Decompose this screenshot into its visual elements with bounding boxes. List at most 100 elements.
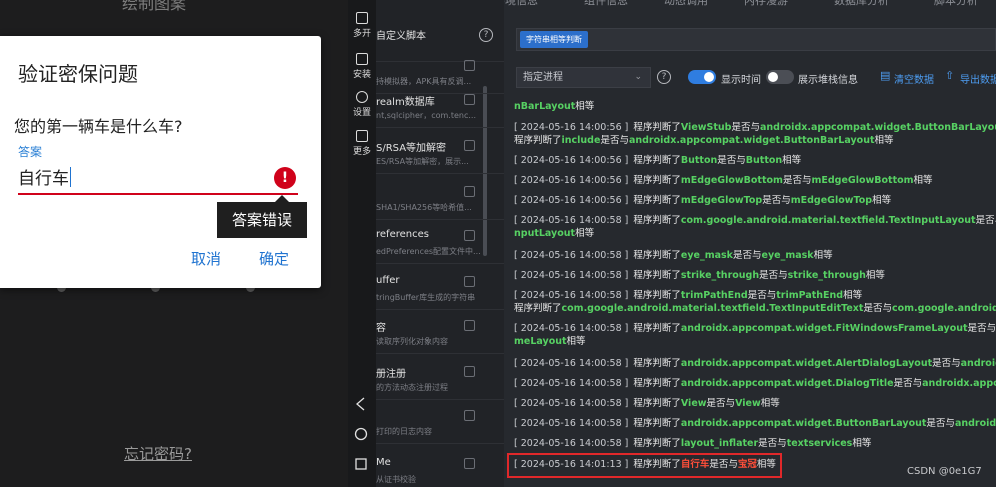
script-item-name: references xyxy=(376,229,429,240)
log-line: [ 2024-05-16 14:00:56 ] 程序判断了mEdgeGlowTop… xyxy=(514,194,891,207)
error-icon: ! xyxy=(274,167,296,189)
settings-label: 设置 xyxy=(352,108,371,118)
tab-database[interactable]: 数据库分析 xyxy=(834,0,889,8)
script-item[interactable]: SHA1/SHA256等哈希值... xyxy=(376,176,504,220)
multi-open-button[interactable]: 多开 xyxy=(348,12,376,39)
home-icon[interactable] xyxy=(354,427,368,441)
log-value-a: meLayout xyxy=(514,336,567,347)
log-value-a: androidx.appcompat.widget.ButtonBarLayou… xyxy=(680,418,927,429)
script-item[interactable]: references edPreferences配置文件中... xyxy=(376,220,504,264)
script-item-name: realm数据库 xyxy=(376,97,435,108)
error-tooltip: 答案错误 xyxy=(217,195,307,238)
show-stack-toggle[interactable] xyxy=(766,70,794,84)
log-value-a: include xyxy=(561,135,601,146)
log-value-b: mEdgeGlowTop xyxy=(790,195,873,206)
log-middle: 是否与 xyxy=(717,155,746,166)
log-value-a: View xyxy=(680,398,707,409)
log-value-a: strike_through xyxy=(680,270,760,281)
process-select[interactable]: 指定进程 ⌄ xyxy=(516,67,651,88)
export-data-button[interactable]: 导出数据 xyxy=(960,71,996,86)
log-value-b: Button xyxy=(745,155,783,166)
log-line: [ 2024-05-16 14:00:56 ] 程序判断了mEdgeGlowBot… xyxy=(514,174,933,187)
script-checkbox[interactable] xyxy=(464,458,475,469)
tab-components[interactable]: 组件信息 xyxy=(584,0,628,8)
answer-input[interactable]: 自行车 xyxy=(18,164,296,194)
toggle-knob xyxy=(704,72,714,82)
tab-env[interactable]: 环境信息 xyxy=(504,0,538,8)
install-button[interactable]: 安装 xyxy=(348,53,376,80)
tab-dynamic[interactable]: 动态调用 xyxy=(664,0,708,8)
log-line: [ 2024-05-16 14:00:58 ] 程序判断了androidx.app… xyxy=(514,377,996,390)
log-middle: 是否与 xyxy=(863,303,892,314)
clear-data-button[interactable]: 清空数据 xyxy=(894,71,934,86)
recent-apps-icon[interactable] xyxy=(354,457,368,471)
log-prefix: 程序判断了 xyxy=(633,155,681,166)
script-checkbox[interactable] xyxy=(464,94,475,105)
log-value-a: com.google.android.material.textfield.Te… xyxy=(680,215,976,226)
log-value-a: androidx.appcompat.widget.DialogTitle xyxy=(680,378,894,389)
script-item[interactable]: 册注册 的方法动态注册过程 xyxy=(376,356,504,400)
log-line: [ 2024-05-16 14:00:58 ] 程序判断了com.google.a… xyxy=(514,214,996,227)
log-value-a: layout_inflater xyxy=(680,438,759,449)
pattern-title: 绘制图案 xyxy=(122,0,187,13)
script-checkbox[interactable] xyxy=(464,186,475,197)
tab-memory[interactable]: 内存漫游 xyxy=(744,0,788,8)
log-value-a: com.google.android.material.textfield.Te… xyxy=(561,303,864,314)
script-checkbox[interactable] xyxy=(464,276,475,287)
log-prefix: 程序判断了 xyxy=(633,270,681,281)
export-icon: ⇧ xyxy=(945,69,955,82)
more-button[interactable]: 更多 xyxy=(348,130,376,157)
log-line: [ 2024-05-16 14:00:58 ] 程序判断了androidx.app… xyxy=(514,357,996,370)
log-value-a: eye_mask xyxy=(680,250,733,261)
script-list-panel: ? 自定义脚本 持模拟器，APK具有反调... realm数据库 nt,sqlciph… xyxy=(376,0,504,487)
log-prefix: 程序判断了 xyxy=(633,378,681,389)
script-item[interactable]: S/RSA等加解密 ES/RSA等加解密，展示... xyxy=(376,130,504,174)
show-time-toggle[interactable] xyxy=(688,70,716,84)
log-value-a: nputLayout xyxy=(514,228,576,239)
script-item[interactable]: 打印的日志内容 xyxy=(376,400,504,444)
ok-button[interactable]: 确定 xyxy=(259,248,289,269)
filter-tag[interactable]: 字符串相等判断 xyxy=(520,31,588,48)
log-prefix: 程序判断了 xyxy=(633,215,681,226)
settings-button[interactable]: 设置 xyxy=(348,91,376,118)
tab-script[interactable]: 脚本分析 xyxy=(934,0,978,8)
gear-icon xyxy=(356,91,368,103)
install-label: 安装 xyxy=(352,70,371,80)
script-checkbox[interactable] xyxy=(464,140,475,151)
cancel-button[interactable]: 取消 xyxy=(191,248,221,269)
answer-underline xyxy=(18,193,298,195)
help-icon[interactable]: ? xyxy=(657,70,671,84)
forgot-password-link[interactable]: 忘记密码? xyxy=(124,443,192,464)
toggle-knob xyxy=(768,72,778,82)
script-item[interactable]: 容读取序列化对象内容 xyxy=(376,310,504,354)
log-middle: 是否与 xyxy=(967,323,996,334)
log-value-a: androidx.appcompat.widget.AlertDialogLay… xyxy=(680,358,933,369)
log-timestamp: [ 2024-05-16 14:00:56 ] xyxy=(514,195,629,206)
log-suffix: 相等 xyxy=(874,135,894,146)
script-item-name: 自定义脚本 xyxy=(376,31,426,42)
chevron-down-icon: ⌄ xyxy=(634,72,642,82)
back-icon[interactable] xyxy=(354,397,368,411)
script-checkbox[interactable] xyxy=(464,320,475,331)
log-suffix: 相等 xyxy=(913,175,933,186)
log-middle: 相等 xyxy=(566,336,586,347)
log-line: [ 2024-05-16 14:00:58 ] 程序判断了eye_mask是否与e… xyxy=(514,249,833,262)
script-checkbox[interactable] xyxy=(464,366,475,377)
script-item[interactable]: uffer tringBuffer库生成的字符串 xyxy=(376,266,504,310)
log-timestamp: [ 2024-05-16 14:00:58 ] xyxy=(514,438,629,449)
answer-label: 答案 xyxy=(18,145,43,159)
log-value-b: androidx.app xyxy=(960,358,996,369)
script-checkbox[interactable] xyxy=(464,410,475,421)
log-line: 程序判断了include是否与androidx.appcompat.widget… xyxy=(514,134,894,147)
script-item-desc: 的方法动态注册过程 xyxy=(376,383,448,392)
script-item[interactable]: realm数据库 nt,sqlcipher，com.tenc... xyxy=(376,84,504,128)
log-value-b: com.google.android.mater xyxy=(891,303,996,314)
script-item-desc: SHA1/SHA256等哈希值... xyxy=(376,203,472,212)
script-checkbox[interactable] xyxy=(464,230,475,241)
script-checkbox[interactable] xyxy=(464,60,475,71)
log-prefix: 程序判断了 xyxy=(633,290,681,301)
log-prefix: 程序判断了 xyxy=(633,418,681,429)
process-select-value: 指定进程 xyxy=(523,72,563,83)
script-item[interactable]: Me 从证书校验 xyxy=(376,448,504,487)
log-middle: 是否与 xyxy=(762,195,791,206)
